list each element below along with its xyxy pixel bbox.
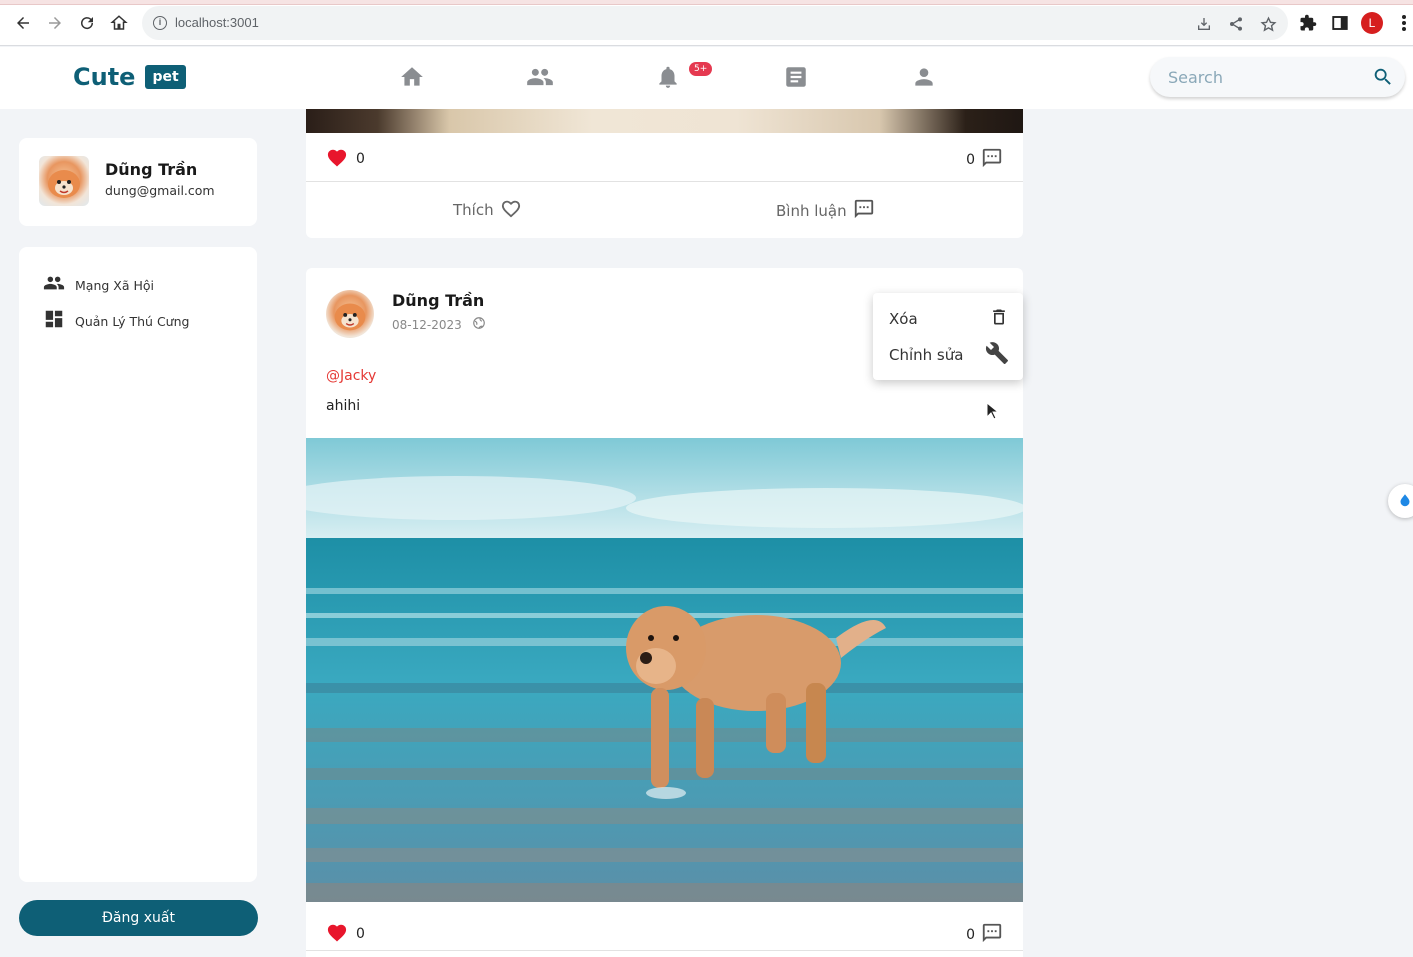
dashboard-icon — [43, 308, 65, 334]
home-browser-icon[interactable] — [108, 12, 130, 34]
side-panel-icon[interactable] — [1330, 13, 1350, 33]
people-icon[interactable] — [526, 63, 554, 91]
post-meta: 08-12-2023 — [392, 316, 486, 333]
comment-icon — [853, 198, 875, 224]
delete-menu-item[interactable]: Xóa — [889, 306, 1009, 332]
post-options-menu: Xóa Chỉnh sửa — [873, 293, 1023, 380]
author-avatar[interactable] — [326, 290, 374, 338]
comment-count: 0 — [966, 147, 1003, 173]
post-stats: 0 0 — [306, 908, 1023, 956]
home-icon[interactable] — [398, 63, 426, 91]
sidebar-item-label: Mạng Xã Hội — [75, 277, 154, 293]
profile-avatar[interactable]: L — [1361, 12, 1383, 34]
heart-filled-icon[interactable] — [326, 922, 348, 946]
search-input[interactable] — [1168, 66, 1358, 88]
forward-icon[interactable] — [44, 12, 66, 34]
comment-label: Bình luận — [776, 202, 847, 220]
like-button[interactable]: Thích — [453, 198, 522, 222]
divider — [306, 181, 1023, 182]
url-text: localhost:3001 — [175, 15, 259, 30]
comment-button[interactable]: Bình luận — [776, 198, 875, 224]
globe-icon — [472, 316, 486, 333]
profile-card[interactable]: Dũng Trần dung@gmail.com — [19, 138, 257, 226]
user-name: Dũng Trần — [105, 160, 198, 179]
comment-count: 0 — [966, 922, 1003, 948]
install-icon[interactable] — [1195, 15, 1213, 33]
site-info-icon[interactable]: i — [153, 16, 167, 30]
like-count-value: 0 — [356, 926, 365, 942]
logo-text: Cute — [73, 63, 136, 91]
logo-badge: pet — [145, 65, 186, 89]
like-label: Thích — [453, 201, 494, 219]
bookmark-star-icon[interactable] — [1259, 15, 1277, 33]
user-email: dung@gmail.com — [105, 183, 215, 198]
edit-label: Chỉnh sửa — [889, 346, 964, 364]
post-mention[interactable]: @Jacky — [326, 368, 376, 384]
heart-outline-icon — [500, 198, 522, 222]
post-image[interactable] — [306, 109, 1023, 133]
comment-count-value: 0 — [966, 152, 975, 168]
share-icon[interactable] — [1227, 15, 1245, 33]
back-icon[interactable] — [12, 12, 34, 34]
people-icon — [43, 272, 65, 298]
logout-button[interactable]: Đăng xuất — [19, 900, 258, 936]
edit-menu-item[interactable]: Chỉnh sửa — [889, 342, 1009, 368]
post-stats: 0 0 — [306, 133, 1023, 181]
tab-strip — [0, 0, 1413, 5]
search-icon[interactable] — [1372, 66, 1394, 92]
post-author[interactable]: Dũng Trần — [392, 291, 484, 310]
post-date: 08-12-2023 — [392, 317, 462, 332]
article-icon[interactable] — [782, 63, 810, 91]
address-bar[interactable]: i localhost:3001 — [142, 6, 1288, 40]
trash-icon — [989, 307, 1009, 331]
mouse-cursor — [986, 401, 1000, 424]
like-count: 0 — [326, 922, 365, 946]
browser-toolbar: i localhost:3001 L — [0, 0, 1413, 46]
reload-icon[interactable] — [76, 12, 98, 34]
like-count: 0 — [326, 147, 365, 171]
more-menu-icon[interactable] — [1394, 13, 1413, 33]
user-avatar — [39, 156, 89, 206]
delete-label: Xóa — [889, 310, 918, 328]
sidebar-item-pet-management[interactable]: Quản Lý Thú Cưng — [43, 309, 189, 333]
notification-badge: 5+ — [689, 62, 713, 76]
extensions-icon[interactable] — [1298, 13, 1318, 33]
bell-icon[interactable] — [654, 63, 682, 91]
comment-count-value: 0 — [966, 927, 975, 943]
divider — [306, 950, 1023, 951]
comment-icon[interactable] — [981, 922, 1003, 948]
previous-post: 0 0 Thích Bình luận — [306, 109, 1023, 238]
search-box — [1150, 57, 1405, 97]
person-icon[interactable] — [910, 63, 938, 91]
heart-filled-icon — [326, 147, 348, 171]
app-header: Cute pet 5+ — [0, 47, 1413, 109]
floating-assistant-icon[interactable] — [1388, 484, 1413, 518]
post-text: ahihi — [326, 398, 361, 414]
sidebar-item-label: Quản Lý Thú Cưng — [75, 313, 190, 329]
sidebar-item-social[interactable]: Mạng Xã Hội — [43, 273, 154, 297]
sidebar-menu: Mạng Xã Hội Quản Lý Thú Cưng — [19, 247, 257, 882]
logo[interactable]: Cute pet — [73, 63, 186, 91]
post-image[interactable] — [306, 438, 1023, 902]
like-count-value: 0 — [356, 151, 365, 167]
wrench-icon — [985, 341, 1009, 369]
comment-icon — [981, 147, 1003, 173]
